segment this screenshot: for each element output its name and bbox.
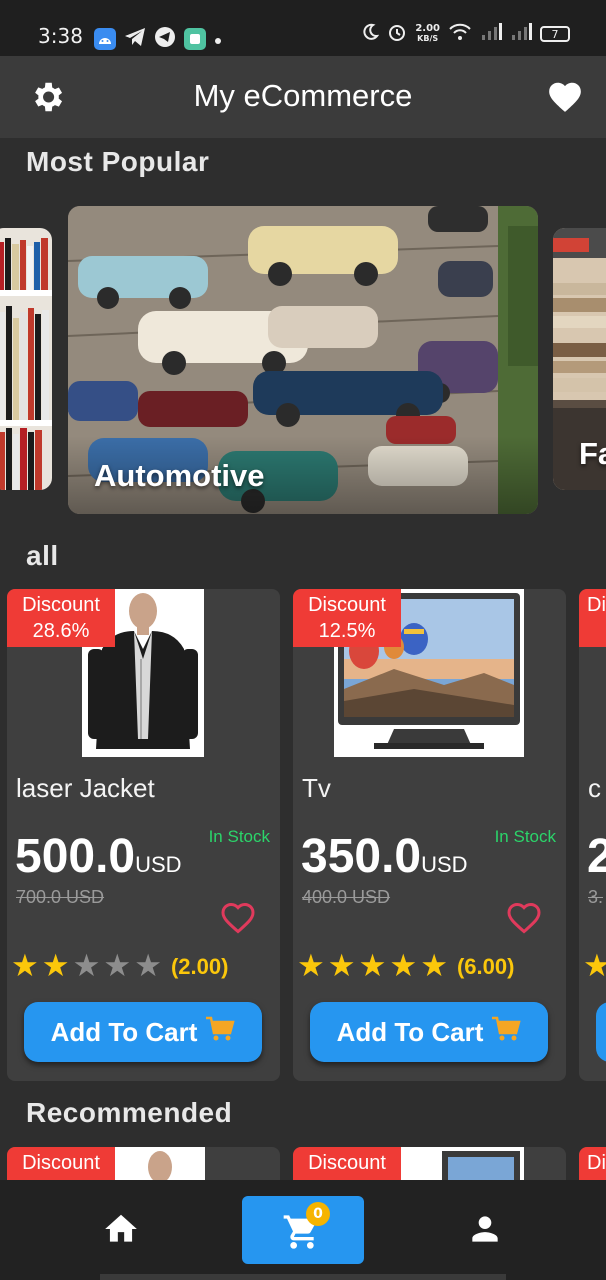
price-currency: USD: [135, 852, 182, 877]
status-bar: 3:38 2.00 KB/S 7: [0, 0, 606, 56]
star-icon: ★: [297, 948, 325, 984]
discount-label: Discount: [308, 594, 386, 616]
star-icon: ★: [11, 948, 39, 984]
original-price: 400.0 USD: [302, 887, 391, 907]
star-icon: ★: [72, 948, 101, 984]
alarm-icon: [387, 22, 407, 46]
bottom-navigation: 0: [0, 1180, 606, 1280]
category-card-fashion[interactable]: Fa: [553, 228, 606, 490]
add-to-cart-label: Add To Cart: [336, 1016, 484, 1047]
signal-icon-2: [510, 23, 532, 45]
signal-icon-1: [480, 23, 502, 45]
system-icons: 2.00 KB/S 7: [361, 22, 570, 46]
stock-status: In Stock: [208, 827, 270, 846]
profile-icon[interactable]: [466, 1210, 504, 1248]
star-icon: ★: [134, 948, 162, 984]
add-to-cart-button[interactable]: Add To Cart: [24, 1002, 262, 1062]
rating-value: (6.00): [456, 953, 515, 979]
discount-badge: Discount 12.5%: [293, 589, 401, 647]
discount-label: Discount: [22, 594, 100, 616]
app-square-icon: [184, 28, 206, 50]
add-to-cart-button[interactable]: Add To Cart: [310, 1002, 548, 1062]
stock-status: In Stock: [494, 827, 556, 846]
discount-label: Discount: [22, 1152, 100, 1174]
discount-value: 28.6%: [32, 620, 90, 642]
product-card[interactable]: Discount 12.5% Tv In Stock 350.0USD 400.…: [293, 589, 566, 1081]
product-name: Tv: [302, 773, 331, 803]
star-icon: ★: [358, 948, 387, 984]
android-app-icon: [94, 28, 116, 50]
product-price: 2: [587, 829, 606, 884]
app-bar: My eCommerce: [0, 56, 606, 138]
star-icon: ★: [583, 948, 606, 984]
star-icon: ★: [420, 948, 448, 984]
category-label: Automotive: [94, 458, 265, 493]
notification-icons: [94, 26, 222, 52]
shopping-cart-icon: [205, 1015, 236, 1050]
price-currency: USD: [421, 852, 468, 877]
rating-stars: ★: [583, 951, 606, 982]
shopping-cart-icon: [491, 1015, 522, 1050]
product-name: laser Jacket: [16, 773, 155, 803]
cart-count-badge: 0: [306, 1202, 330, 1226]
home-icon[interactable]: [102, 1210, 140, 1248]
discount-badge: Di: [579, 589, 606, 647]
product-price: 350.0USD: [301, 829, 468, 884]
rating-value: (2.00): [170, 953, 229, 979]
price-value: 2: [587, 830, 606, 883]
moon-icon: [361, 23, 380, 45]
network-speed-unit: KB/S: [417, 34, 439, 43]
all-heading: all: [26, 540, 59, 571]
discount-value: 12.5%: [318, 620, 376, 642]
product-card[interactable]: Discount 28.6% laser Jacket In Stock 500…: [7, 589, 280, 1081]
star-icon: ★: [103, 948, 132, 984]
network-speed: 2.00 KB/S: [415, 24, 440, 44]
network-speed-value: 2.00: [415, 23, 440, 34]
wifi-icon: [448, 23, 472, 45]
rating-stars: ★ ★ ★ ★ ★ (2.00): [11, 951, 228, 982]
discount-badge: Discount 28.6%: [7, 589, 115, 647]
telegram-icon: [124, 27, 146, 51]
gesture-bar: [100, 1274, 506, 1280]
telegram-circle-icon: [154, 26, 176, 52]
category-card-books[interactable]: [0, 228, 52, 490]
price-value: 500.0: [15, 830, 136, 883]
product-name: c: [588, 773, 601, 803]
category-card-automotive[interactable]: Automotive: [68, 206, 538, 514]
discount-label: Di: [587, 1152, 606, 1174]
battery-indicator: 7: [540, 26, 570, 42]
star-icon: ★: [389, 948, 418, 984]
recommended-heading: Recommended: [26, 1097, 233, 1128]
add-to-cart-label: Add To Cart: [50, 1016, 198, 1047]
add-to-cart-button[interactable]: [596, 1002, 606, 1062]
product-price: 500.0USD: [15, 829, 182, 884]
star-icon: ★: [41, 948, 70, 984]
product-card[interactable]: Di c 2 3. ★: [579, 589, 606, 1081]
most-popular-heading: Most Popular: [26, 146, 210, 177]
cart-tab[interactable]: 0: [242, 1196, 364, 1264]
category-label: Fa: [579, 436, 606, 471]
original-price: 700.0 USD: [16, 887, 105, 907]
rating-stars: ★ ★ ★ ★ ★ (6.00): [297, 951, 514, 982]
discount-label: Di: [587, 594, 606, 616]
original-price: 3.: [588, 887, 604, 907]
more-notifications-dot-icon: [214, 30, 222, 49]
status-time: 3:38: [38, 24, 83, 48]
favorite-heart-icon[interactable]: [506, 901, 542, 935]
bookshelf-image: [0, 228, 52, 490]
app-screen: 3:38 2.00 KB/S 7 My eCommerce Most Popul…: [0, 0, 606, 1280]
star-icon: ★: [327, 948, 356, 984]
heart-icon[interactable]: [546, 78, 584, 116]
page-title: My eCommerce: [193, 78, 413, 113]
discount-label: Discount: [308, 1152, 386, 1174]
price-value: 350.0: [301, 830, 422, 883]
favorite-heart-icon[interactable]: [220, 901, 256, 935]
